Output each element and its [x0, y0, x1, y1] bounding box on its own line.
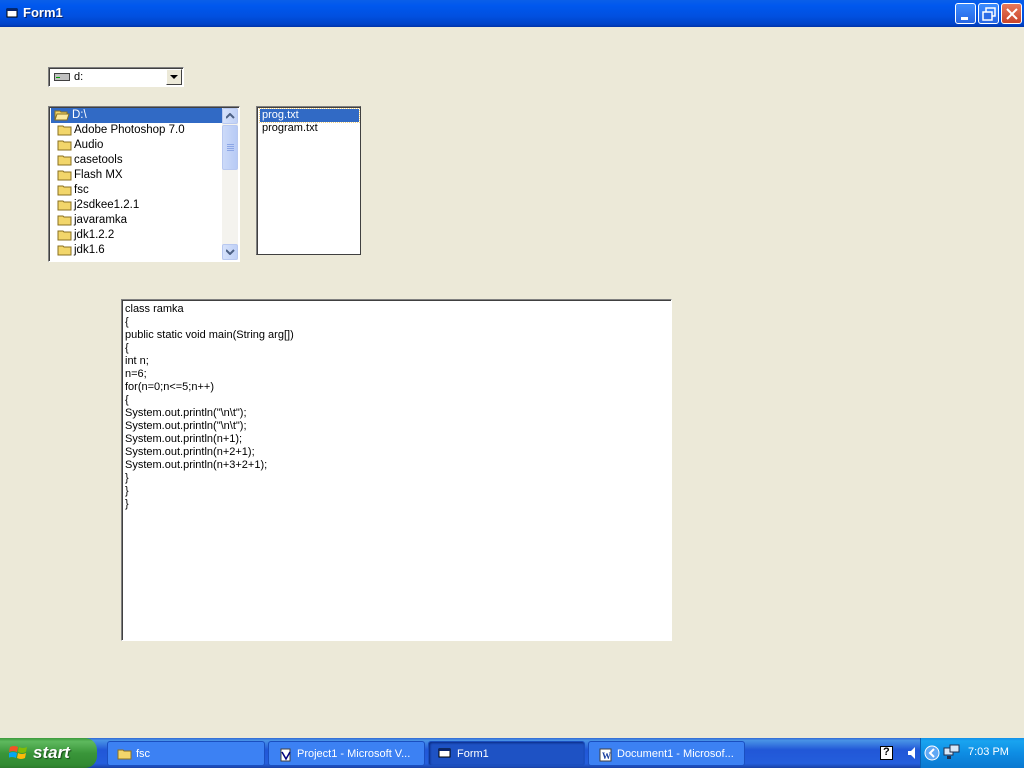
code-line: System.out.println(n+1); — [125, 433, 243, 445]
taskbar-button-form1[interactable]: Form1 — [428, 741, 585, 766]
dir-item[interactable]: jdk1.6 — [51, 243, 223, 258]
restore-icon — [982, 7, 996, 21]
code-line: System.out.println(n+2+1); — [125, 446, 255, 458]
dir-item[interactable]: Audio — [51, 138, 223, 153]
dir-item-label: D:\ — [70, 109, 89, 121]
directory-list[interactable]: D:\ Adobe Photoshop 7.0 Audio casetools … — [48, 106, 240, 262]
dir-item-label: j2sdkee1.2.1 — [74, 199, 140, 211]
minimize-button[interactable] — [955, 3, 976, 24]
help-icon[interactable]: ? — [880, 746, 893, 760]
task-label: fsc — [136, 748, 151, 760]
form-icon — [438, 748, 451, 758]
taskbar-button-project1[interactable]: Project1 - Microsoft V... — [268, 741, 425, 766]
folder-icon — [57, 140, 72, 151]
folder-icon — [117, 749, 132, 760]
code-line: System.out.println("\n\t"); — [125, 420, 247, 432]
windows-flag-icon — [9, 746, 27, 759]
task-label: Form1 — [457, 748, 489, 760]
dir-item-label: Flash MX — [74, 169, 123, 181]
drive-icon — [54, 73, 70, 81]
folder-icon — [57, 230, 72, 241]
folder-icon — [57, 170, 72, 181]
code-textbox[interactable]: class ramka { public static void main(St… — [121, 299, 672, 641]
clock: 7:03 PM — [968, 746, 1009, 758]
task-label: Project1 - Microsoft V... — [297, 748, 411, 760]
window-title: Form1 — [23, 5, 63, 20]
network-icon[interactable] — [943, 744, 961, 761]
dir-item[interactable]: jdk1.2.2 — [51, 228, 223, 243]
start-label: start — [33, 743, 70, 762]
code-line: int n; — [125, 355, 149, 367]
code-line: { — [125, 394, 129, 406]
file-list[interactable]: prog.txt program.txt — [256, 106, 361, 255]
start-button[interactable]: start — [0, 738, 97, 768]
folder-icon — [57, 185, 72, 196]
code-line: n=6; — [125, 368, 147, 380]
chevron-down-icon — [226, 249, 235, 255]
drive-value: d: — [74, 71, 84, 83]
open-folder-icon — [54, 110, 70, 121]
folder-icon — [57, 125, 72, 136]
dir-item-label: casetools — [74, 154, 123, 166]
chevron-up-icon — [226, 113, 235, 119]
directory-scrollbar[interactable] — [222, 108, 238, 260]
code-line: public static void main(String arg[]) — [125, 329, 294, 341]
dir-item[interactable]: javaramka — [51, 213, 223, 228]
folder-icon — [57, 155, 72, 166]
dir-item[interactable]: Flash MX — [51, 168, 223, 183]
dir-item[interactable]: fsc — [51, 183, 223, 198]
close-icon — [1006, 8, 1018, 20]
folder-icon — [57, 200, 72, 211]
code-line: System.out.println("\n\t"); — [125, 407, 247, 419]
dir-item-label: javaramka — [74, 214, 128, 226]
taskbar-button-fsc[interactable]: fsc — [107, 741, 265, 766]
system-tray: 7:03 PM — [908, 738, 1024, 768]
dir-item-label: Audio — [74, 139, 104, 151]
folder-icon — [57, 245, 72, 256]
dir-item-label: Adobe Photoshop 7.0 — [74, 124, 185, 136]
file-item[interactable]: prog.txt — [259, 108, 360, 123]
scroll-thumb[interactable] — [222, 125, 238, 170]
scroll-up-button[interactable] — [222, 108, 238, 124]
code-line: System.out.println(n+3+2+1); — [125, 459, 268, 471]
volume-icon[interactable] — [907, 746, 917, 760]
close-button[interactable] — [1001, 3, 1022, 24]
vb-icon — [280, 748, 291, 762]
dir-item-label: jdk1.6 — [74, 244, 105, 256]
chevron-down-icon — [170, 75, 178, 79]
file-item[interactable]: program.txt — [260, 122, 359, 135]
dir-item[interactable]: j2sdkee1.2.1 — [51, 198, 223, 213]
form-icon — [6, 8, 18, 18]
dir-item-label: fsc — [74, 184, 89, 196]
dir-item[interactable]: casetools — [51, 153, 223, 168]
code-line: } — [125, 498, 129, 510]
code-line: } — [125, 472, 129, 484]
title-bar[interactable]: Form1 — [0, 0, 1024, 27]
dir-item-label: jdk1.2.2 — [74, 229, 115, 241]
restore-button[interactable] — [978, 3, 999, 24]
taskbar: start fsc Project1 - Microsoft V... Form… — [0, 738, 1024, 768]
code-line: class ramka — [125, 303, 184, 315]
svg-text:W: W — [602, 751, 611, 761]
code-line: { — [125, 316, 129, 328]
word-icon: W — [599, 748, 612, 762]
folder-icon — [57, 215, 72, 226]
code-line: { — [125, 342, 129, 354]
code-line: for(n=0;n<=5;n++) — [125, 381, 214, 393]
drive-dropdown-button[interactable] — [166, 69, 182, 85]
drive-combo[interactable]: d: — [48, 67, 184, 87]
chevron-left-icon[interactable] — [924, 745, 940, 761]
taskbar-button-document1[interactable]: W Document1 - Microsof... — [588, 741, 745, 766]
task-label: Document1 - Microsof... — [617, 748, 734, 760]
code-line: } — [125, 485, 129, 497]
minimize-icon — [961, 17, 968, 20]
scroll-down-button[interactable] — [222, 244, 238, 260]
dir-item[interactable]: D:\ — [51, 108, 223, 123]
dir-item[interactable]: Adobe Photoshop 7.0 — [51, 123, 223, 138]
